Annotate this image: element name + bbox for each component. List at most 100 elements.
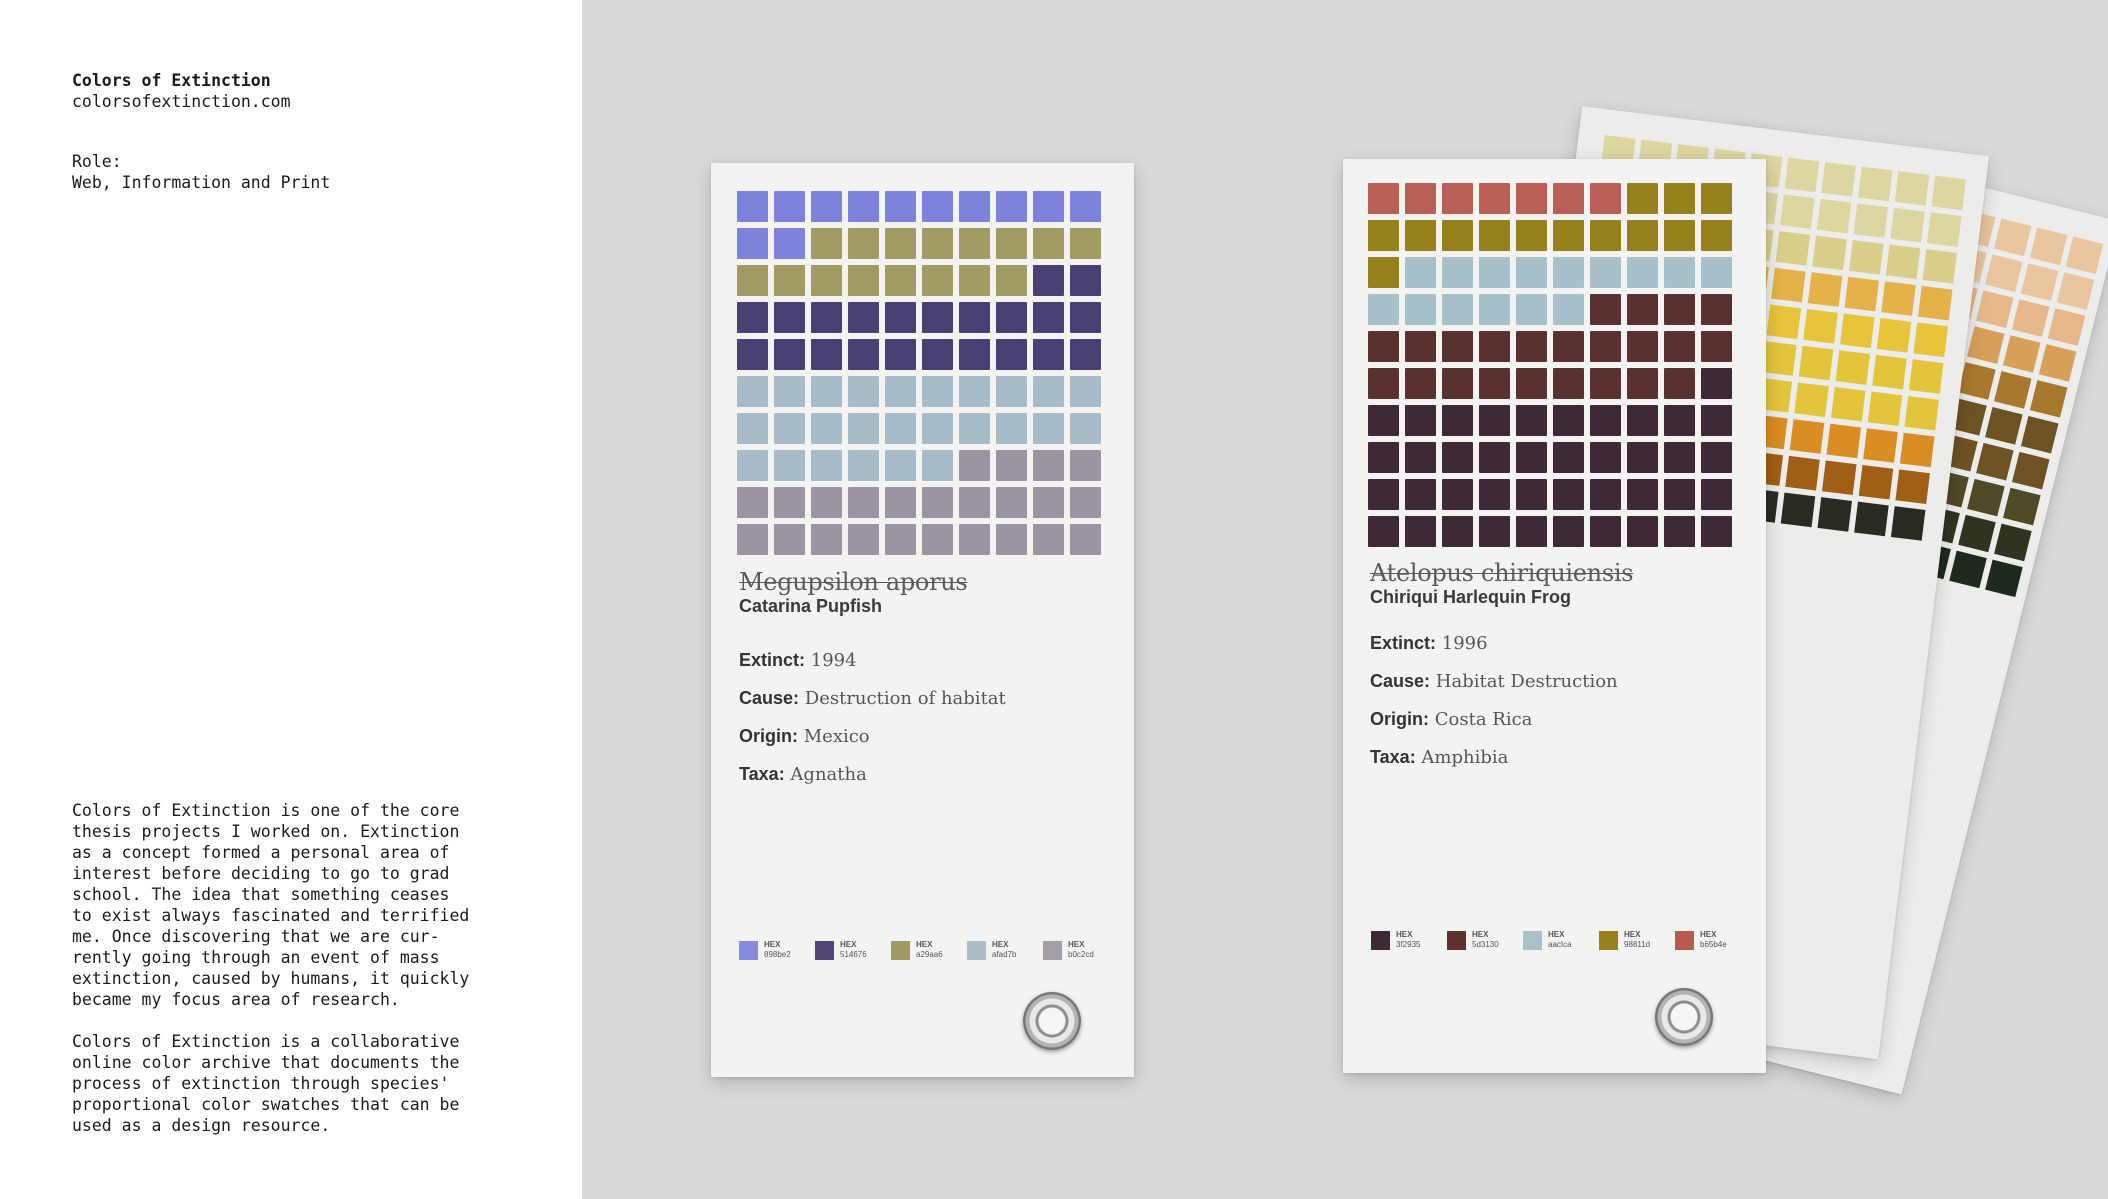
color-swatch-cell (1033, 376, 1064, 407)
color-swatch-cell (996, 228, 1027, 259)
color-swatch-cell (1033, 265, 1064, 296)
legend-hex: HEX b0c2cd (1068, 940, 1094, 959)
color-swatch-cell (737, 376, 768, 407)
color-swatch-cell (959, 487, 990, 518)
color-swatch-cell (885, 302, 916, 333)
color-swatch-cell (774, 339, 805, 370)
color-swatch-cell (737, 450, 768, 481)
legend-item: HEX 514676 (815, 940, 891, 960)
back-swatch-cell (1840, 313, 1875, 349)
color-swatch-cell (959, 524, 990, 555)
color-swatch-cell (1070, 450, 1101, 481)
legend-hex: HEX a29aa6 (916, 940, 943, 959)
back-swatch-cell (1993, 371, 2032, 409)
legend-item: HEX 898be2 (739, 940, 815, 960)
color-swatch-cell (1479, 442, 1510, 473)
back-swatch-cell (1762, 341, 1797, 376)
project-url[interactable]: colorsofextinction.com (72, 91, 291, 112)
back-swatch-cell (1853, 203, 1889, 238)
color-swatch-cell (996, 376, 1027, 407)
color-swatch-cell (1553, 294, 1584, 325)
color-swatch-cell (1479, 331, 1510, 362)
color-swatch-cell (1033, 524, 1064, 555)
color-swatch-cell (811, 191, 842, 222)
scientific-name: Atelopus chiriquiensis (1370, 559, 1634, 587)
back-swatch-cell (2047, 308, 2086, 346)
color-swatch-cell (1033, 339, 1064, 370)
color-swatch-cell (1701, 479, 1732, 510)
color-swatch-cell (1701, 294, 1732, 325)
back-swatch-cell (1917, 285, 1953, 321)
color-swatch-cell (885, 413, 916, 444)
back-swatch-cell (1863, 428, 1898, 463)
color-swatch-cell (811, 450, 842, 481)
color-swatch-cell (1590, 257, 1621, 288)
back-swatch-cell (1821, 460, 1857, 495)
color-swatch-cell (1664, 516, 1695, 547)
back-swatch-cell (1854, 501, 1889, 537)
color-swatch-cell (1070, 302, 1101, 333)
color-swatch-cell (959, 191, 990, 222)
color-swatch-cell (1070, 376, 1101, 407)
grommet-icon (1023, 992, 1081, 1050)
color-swatch-cell (1627, 257, 1658, 288)
color-swatch-cell (848, 339, 879, 370)
color-swatch-cell (1627, 294, 1658, 325)
back-swatch-cell (1904, 396, 1939, 431)
color-swatch-cell (774, 376, 805, 407)
color-swatch-cell (1701, 331, 1732, 362)
back-swatch-cell (1993, 218, 2032, 257)
legend-item: HEX aacIca (1523, 930, 1599, 950)
color-swatch-cell (1701, 368, 1732, 399)
legend-swatch (815, 940, 834, 960)
back-swatch-cell (1949, 550, 1987, 589)
species-card-catarina-pupfish: Megupsilon aporus Catarina Pupfish Extin… (711, 163, 1134, 1077)
legend-swatch (1523, 930, 1542, 950)
color-swatch-cell (1033, 191, 1064, 222)
back-swatch-cell (2056, 272, 2095, 310)
back-swatch-cell (1895, 469, 1930, 505)
role-label: Role: (72, 152, 122, 171)
color-swatch-cell (737, 524, 768, 555)
color-swatch-cell (996, 265, 1027, 296)
color-swatch-cell (1070, 228, 1101, 259)
color-swatch-cell (885, 487, 916, 518)
color-swatch-cell (1405, 442, 1436, 473)
color-swatch-cell (1442, 294, 1473, 325)
color-swatch-cell (1033, 302, 1064, 333)
color-swatch-cell (1627, 331, 1658, 362)
back-swatch-cell (1985, 407, 2023, 445)
color-swatch-cell (1442, 442, 1473, 473)
back-swatch-cell (1803, 309, 1838, 344)
back-swatch-cell (1894, 171, 1930, 206)
legend-hex: HEX 98811d (1624, 930, 1651, 949)
color-swatch-cell (1516, 183, 1547, 214)
color-swatch-cell (959, 302, 990, 333)
back-swatch-cell (1913, 322, 1949, 358)
color-swatch-cell (1516, 220, 1547, 251)
color-swatch-cell (1442, 479, 1473, 510)
color-swatch-cell (811, 265, 842, 296)
color-swatch-cell (1590, 368, 1621, 399)
color-swatch-cell (1664, 257, 1695, 288)
back-swatch-cell (2029, 380, 2068, 418)
legend-hex: HEX aacIca (1548, 930, 1572, 949)
project-description: Colors of Extinction is one of the core … (72, 801, 470, 1009)
back-swatch-cell (1881, 281, 1916, 316)
back-swatch-cell (1844, 276, 1880, 312)
color-swatch-cell (1405, 368, 1436, 399)
color-swatch-cell (1664, 479, 1695, 510)
color-swatch-cell (774, 228, 805, 259)
back-swatch-cell (1784, 157, 1820, 193)
color-swatch-cell (774, 413, 805, 444)
project-title: Colors of Extinction (72, 71, 271, 90)
fact-extinct: Extinct: 1996 (1370, 633, 1488, 654)
color-swatch-cell (774, 265, 805, 296)
color-swatch-cell (811, 339, 842, 370)
back-swatch-cell (1975, 290, 2014, 328)
color-swatch-cell (996, 450, 1027, 481)
back-swatch-cell (1835, 350, 1871, 385)
color-swatch-cell (959, 265, 990, 296)
back-swatch-cell (1958, 514, 1996, 553)
back-swatch-cell (1775, 231, 1811, 266)
